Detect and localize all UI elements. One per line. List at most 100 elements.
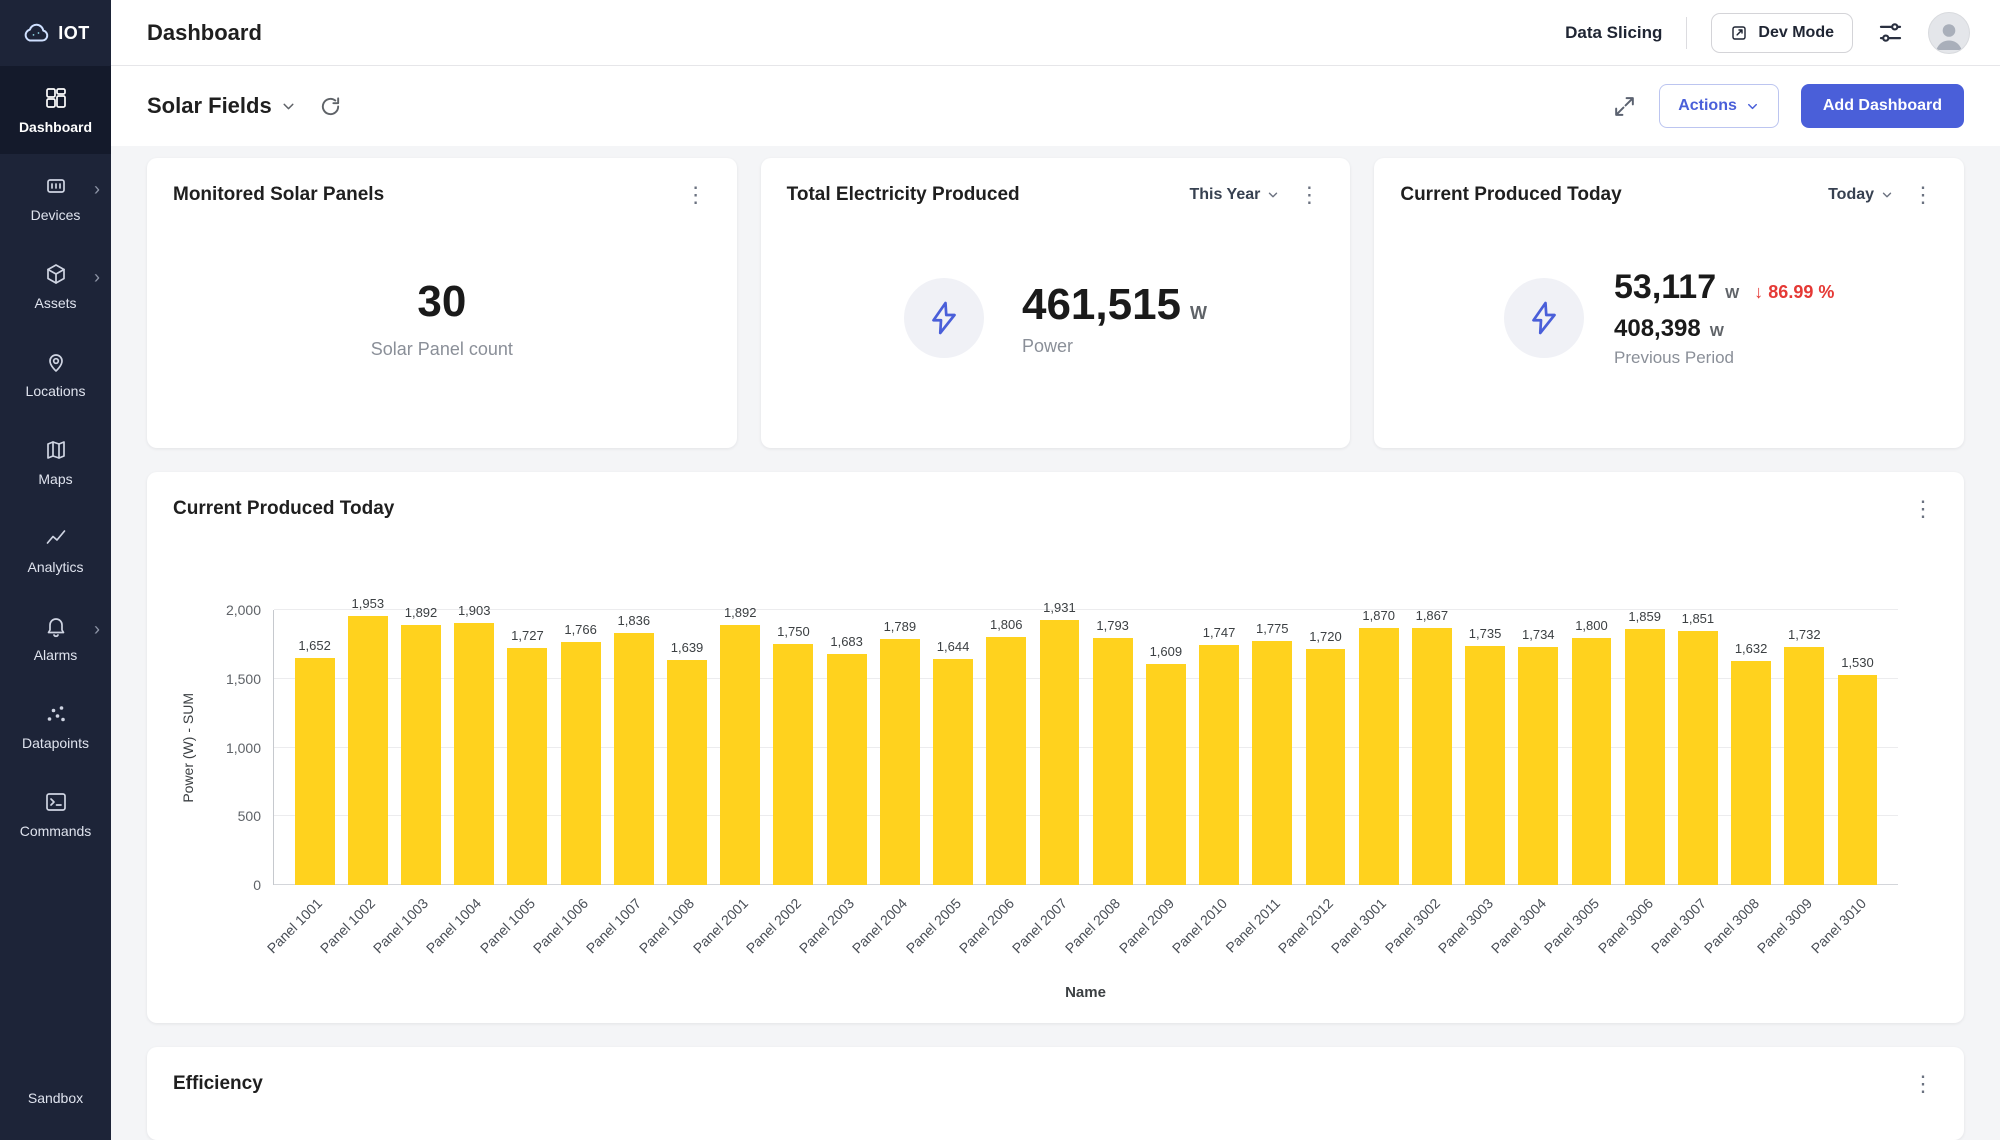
range-selector[interactable]: This Year bbox=[1189, 186, 1280, 204]
bar[interactable] bbox=[454, 623, 494, 885]
y-tick-label: 0 bbox=[253, 877, 261, 893]
sidebar-item-commands[interactable]: Commands bbox=[0, 770, 111, 858]
bar[interactable] bbox=[614, 633, 654, 885]
sidebar-item-alarms[interactable]: Alarms › bbox=[0, 594, 111, 682]
dashboard-selector[interactable]: Solar Fields bbox=[147, 93, 297, 119]
chevron-right-icon: › bbox=[94, 620, 100, 638]
bar[interactable] bbox=[295, 658, 335, 885]
app-root: IOT Dashboard Devices › bbox=[0, 0, 2000, 1140]
bar-value-label: 1,892 bbox=[405, 605, 438, 620]
bar-value-label: 1,644 bbox=[937, 639, 970, 654]
bar[interactable] bbox=[1306, 649, 1346, 886]
bar-value-label: 1,766 bbox=[564, 622, 597, 637]
bar-column: 1,793 bbox=[1086, 618, 1139, 885]
bar[interactable] bbox=[827, 654, 867, 885]
bar-column: 1,851 bbox=[1671, 611, 1724, 886]
actions-button[interactable]: Actions bbox=[1659, 84, 1779, 128]
sidebar: IOT Dashboard Devices › bbox=[0, 0, 111, 1140]
sidebar-item-locations[interactable]: Locations bbox=[0, 330, 111, 418]
kebab-menu-icon[interactable]: ⋮ bbox=[1294, 180, 1324, 210]
bar[interactable] bbox=[667, 660, 707, 885]
previous-period-label: Previous Period bbox=[1614, 348, 1834, 368]
bar[interactable] bbox=[1040, 620, 1080, 886]
alarms-icon bbox=[44, 614, 68, 638]
bar-value-label: 1,632 bbox=[1735, 641, 1768, 656]
bar[interactable] bbox=[1412, 628, 1452, 885]
bar-value-label: 1,727 bbox=[511, 628, 544, 643]
bar[interactable] bbox=[1678, 631, 1718, 886]
kebab-menu-icon[interactable]: ⋮ bbox=[681, 180, 711, 210]
bar[interactable] bbox=[1199, 645, 1239, 885]
bar[interactable] bbox=[1572, 638, 1612, 886]
bar[interactable] bbox=[720, 625, 760, 885]
bar[interactable] bbox=[1518, 647, 1558, 885]
bar-value-label: 1,639 bbox=[671, 640, 704, 655]
sidebar-item-analytics[interactable]: Analytics bbox=[0, 506, 111, 594]
bar[interactable] bbox=[1838, 675, 1878, 885]
sidebar-item-datapoints[interactable]: Datapoints bbox=[0, 682, 111, 770]
sidebar-item-label: Devices bbox=[31, 207, 81, 223]
actions-label: Actions bbox=[1678, 97, 1737, 115]
add-dashboard-button[interactable]: Add Dashboard bbox=[1801, 84, 1964, 128]
bar[interactable] bbox=[507, 648, 547, 885]
dashboard-content: Monitored Solar Panels ⋮ 30 Solar Panel … bbox=[111, 146, 2000, 1140]
x-axis-ticks: Panel 1001Panel 1002Panel 1003Panel 1004… bbox=[273, 885, 1898, 980]
bar[interactable] bbox=[1146, 664, 1186, 885]
bar-value-label: 1,836 bbox=[618, 613, 651, 628]
bar[interactable] bbox=[773, 644, 813, 885]
expand-icon[interactable] bbox=[1612, 94, 1637, 119]
dev-mode-button[interactable]: Dev Mode bbox=[1711, 13, 1853, 53]
chart-plot-area: 1,6521,9531,8921,9031,7271,7661,8361,639… bbox=[273, 610, 1898, 885]
bar[interactable] bbox=[880, 639, 920, 885]
edit-box-icon bbox=[1730, 24, 1748, 42]
bar-value-label: 1,806 bbox=[990, 617, 1023, 632]
sidebar-item-sandbox[interactable]: Sandbox bbox=[0, 1090, 111, 1106]
sidebar-item-devices[interactable]: Devices › bbox=[0, 154, 111, 242]
refresh-icon[interactable] bbox=[319, 95, 342, 118]
previous-power-value: 408,398 bbox=[1614, 315, 1701, 343]
main-area: Dashboard Data Slicing Dev Mode bbox=[111, 0, 2000, 1140]
card-title: Monitored Solar Panels bbox=[173, 184, 384, 206]
sidebar-item-dashboard[interactable]: Dashboard bbox=[0, 66, 111, 154]
x-tick: Panel 3010 bbox=[1831, 885, 1884, 980]
settings-sliders-icon[interactable] bbox=[1877, 19, 1904, 46]
bar-value-label: 1,652 bbox=[298, 638, 331, 653]
app-logo[interactable]: IOT bbox=[0, 0, 111, 66]
bar[interactable] bbox=[986, 637, 1026, 885]
bar[interactable] bbox=[933, 659, 973, 885]
bar-column: 1,870 bbox=[1352, 608, 1405, 885]
bolt-icon bbox=[904, 278, 984, 358]
bar[interactable] bbox=[1625, 629, 1665, 885]
kebab-menu-icon[interactable]: ⋮ bbox=[1908, 1069, 1938, 1099]
bar-column: 1,766 bbox=[554, 622, 607, 885]
bar[interactable] bbox=[1784, 647, 1824, 885]
bar-column: 1,931 bbox=[1033, 600, 1086, 886]
bar[interactable] bbox=[1465, 646, 1505, 885]
bar-column: 1,747 bbox=[1192, 625, 1245, 885]
bar[interactable] bbox=[1252, 641, 1292, 885]
user-avatar[interactable] bbox=[1928, 12, 1970, 54]
bar[interactable] bbox=[1359, 628, 1399, 885]
bar[interactable] bbox=[1093, 638, 1133, 885]
kebab-menu-icon[interactable]: ⋮ bbox=[1908, 180, 1938, 210]
chevron-down-icon bbox=[280, 98, 297, 115]
current-produced-chart-card: Current Produced Today ⋮ Power (W) - SUM… bbox=[147, 472, 1964, 1023]
sidebar-item-label: Commands bbox=[20, 823, 92, 839]
locations-icon bbox=[44, 350, 68, 374]
current-power-value: 53,117 bbox=[1614, 268, 1716, 307]
bar-column: 1,732 bbox=[1778, 627, 1831, 885]
bar[interactable] bbox=[348, 616, 388, 885]
bar[interactable] bbox=[561, 642, 601, 885]
sidebar-item-assets[interactable]: Assets › bbox=[0, 242, 111, 330]
devices-icon bbox=[44, 174, 68, 198]
bar[interactable] bbox=[401, 625, 441, 885]
kebab-menu-icon[interactable]: ⋮ bbox=[1908, 494, 1938, 524]
range-selector[interactable]: Today bbox=[1828, 186, 1894, 204]
bar[interactable] bbox=[1731, 661, 1771, 885]
total-electricity-card: Total Electricity Produced This Year ⋮ bbox=[761, 158, 1351, 448]
data-slicing-link[interactable]: Data Slicing bbox=[1565, 23, 1662, 43]
panel-count-label: Solar Panel count bbox=[371, 339, 513, 360]
sidebar-item-maps[interactable]: Maps bbox=[0, 418, 111, 506]
vertical-divider bbox=[1686, 17, 1687, 49]
logo-text: IOT bbox=[58, 23, 90, 44]
